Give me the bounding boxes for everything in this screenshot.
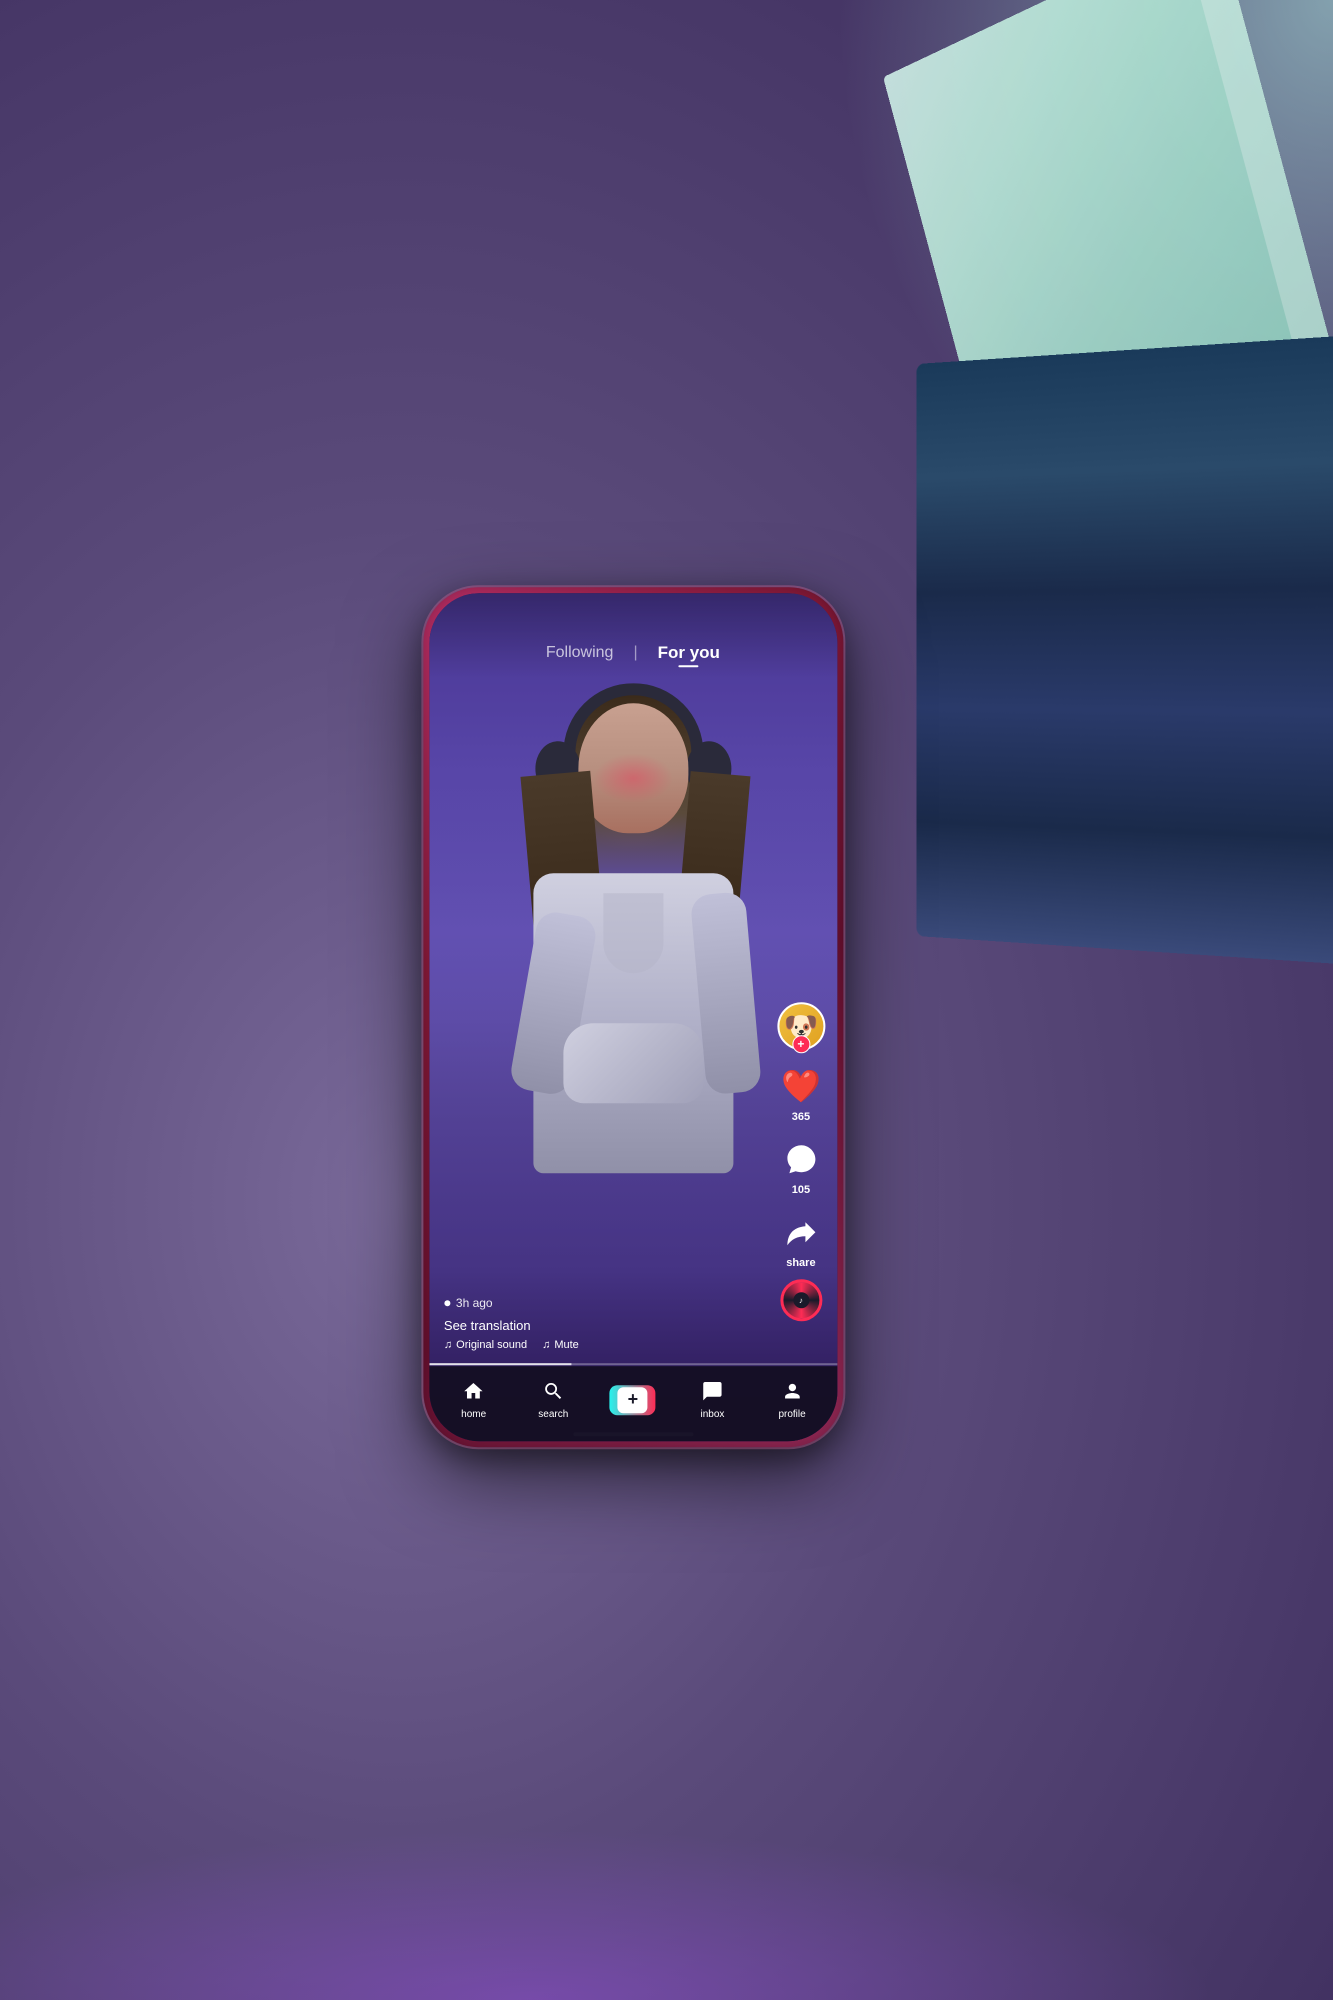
follow-button[interactable]: + [792,1035,810,1053]
home-icon [463,1380,485,1406]
nav-inbox[interactable]: inbox [673,1380,753,1420]
music-note-icon: ♪ [793,1292,809,1308]
like-button[interactable]: ❤️ 365 [779,1064,823,1123]
video-progress-bar[interactable] [429,1363,837,1365]
create-button[interactable]: + [610,1385,656,1415]
original-sound-button[interactable]: ♫ Original sound [444,1339,527,1351]
game-controller [563,1023,703,1103]
mute-button[interactable]: ♫ Mute [542,1339,579,1351]
bottom-navigation: home search + [429,1366,837,1441]
phone-screen: Following | For you 🐶 + ❤️ 365 [429,593,837,1441]
hoodie-detail [603,893,663,973]
video-subject [493,653,773,1293]
action-sidebar: 🐶 + ❤️ 365 [777,1002,825,1321]
face-glow [593,753,673,803]
home-label: home [461,1409,486,1420]
share-label: share [786,1257,815,1269]
comment-button[interactable]: 105 [779,1137,823,1196]
nav-home[interactable]: home [434,1380,514,1420]
phone: Following | For you 🐶 + ❤️ 365 [423,587,843,1447]
dot-icon [444,1300,450,1306]
inbox-icon [701,1380,723,1406]
comments-count: 105 [792,1184,810,1196]
time-indicator: 3h ago [444,1296,767,1310]
phone-wrapper: Following | For you 🐶 + ❤️ 365 [423,587,843,1447]
comment-icon [779,1137,823,1181]
top-navigation: Following | For you [429,593,837,678]
inbox-label: inbox [701,1409,725,1420]
search-label: search [538,1409,568,1420]
nav-divider: | [633,644,637,662]
progress-fill [429,1363,572,1365]
music-disc[interactable]: ♪ [780,1279,822,1321]
nav-profile[interactable]: profile [752,1380,832,1420]
profile-label: profile [778,1409,805,1420]
see-translation-button[interactable]: See translation [444,1318,767,1333]
profile-icon [781,1380,803,1406]
nav-create[interactable]: + [593,1385,673,1415]
music-note-icon: ♫ [444,1339,452,1351]
video-info: 3h ago See translation ♫ Original sound … [444,1296,767,1351]
likes-count: 365 [792,1111,810,1123]
heart-icon: ❤️ [779,1064,823,1108]
share-button[interactable]: share [779,1210,823,1269]
music-note-icon-2: ♫ [542,1339,550,1351]
tiktok-screen: Following | For you 🐶 + ❤️ 365 [429,593,837,1441]
search-icon [542,1380,564,1406]
bg-light-bottom [0,1800,1333,2000]
creator-avatar[interactable]: 🐶 + [777,1002,825,1050]
plus-icon: + [628,1389,639,1410]
following-tab[interactable]: Following [546,644,614,662]
sound-row: ♫ Original sound ♫ Mute [444,1339,767,1351]
mute-label: Mute [554,1339,578,1351]
for-you-tab[interactable]: For you [658,643,720,663]
nav-search[interactable]: search [513,1380,593,1420]
original-sound-label: Original sound [456,1339,527,1351]
share-icon [779,1210,823,1254]
book-stack [917,335,1333,966]
time-ago: 3h ago [456,1296,493,1310]
